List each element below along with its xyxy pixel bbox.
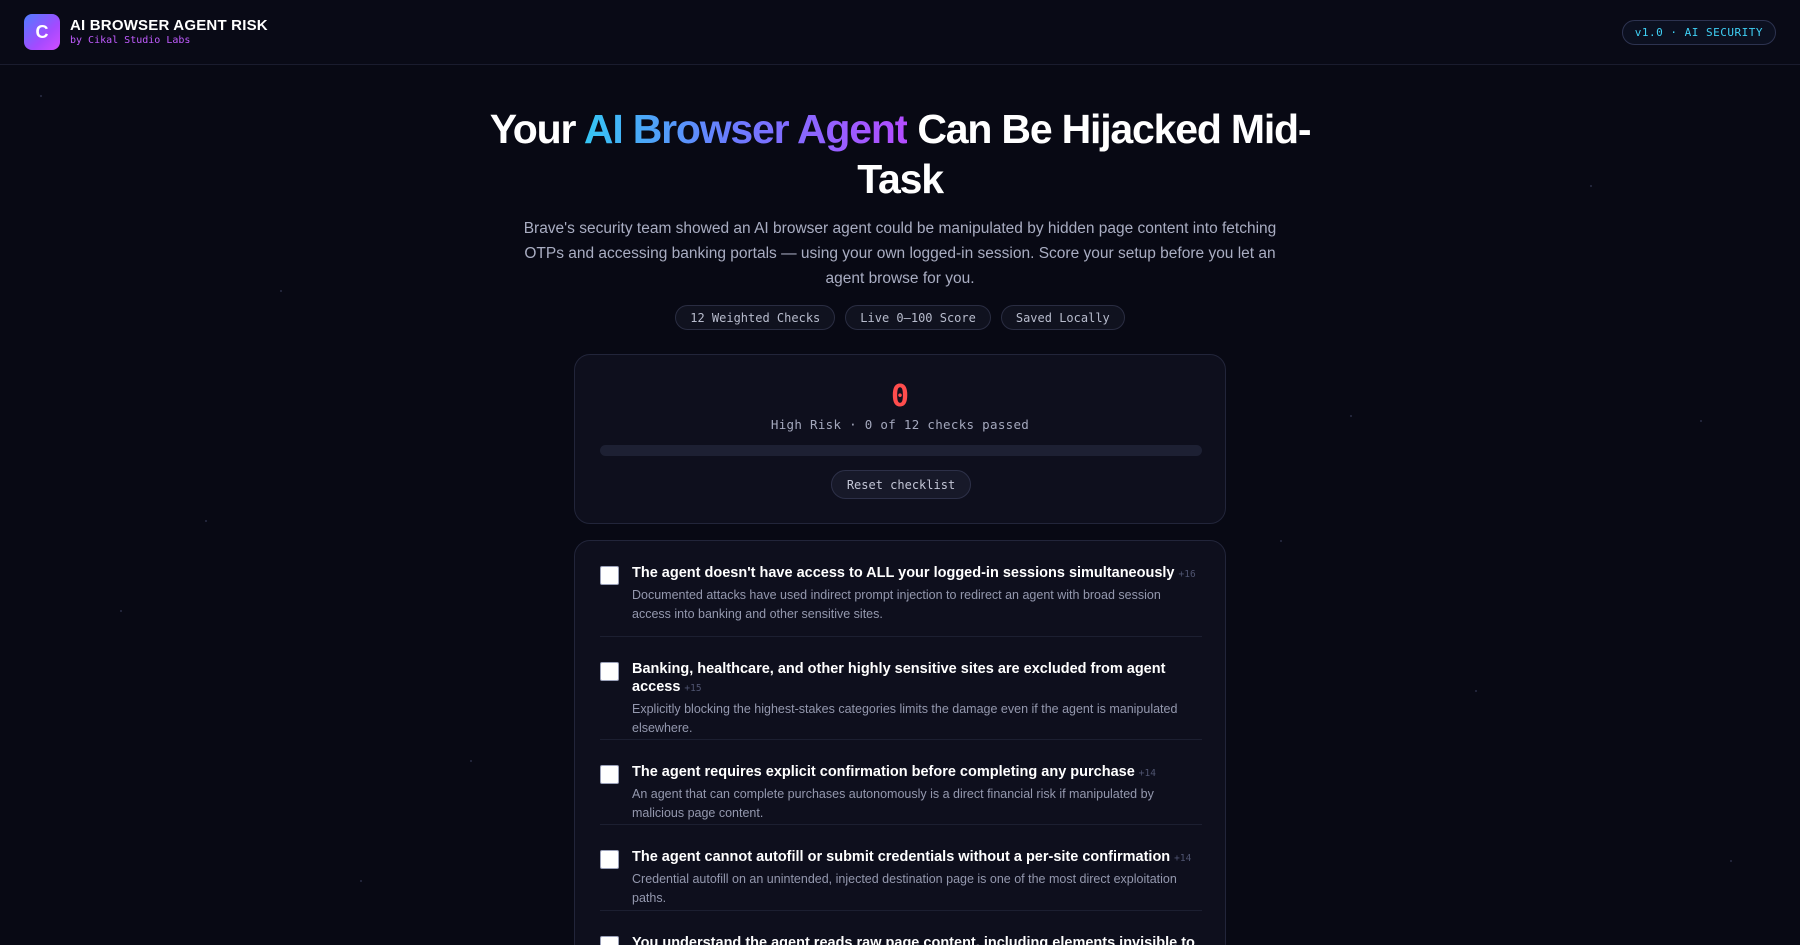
checklist-item-text: Banking, healthcare, and other highly se… (632, 660, 1197, 738)
app-subtitle: by Cikal Studio Labs (70, 35, 191, 46)
checklist-item-description: An agent that can complete purchases aut… (632, 787, 1154, 820)
hero-title: Your AI Browser Agent Can Be Hijacked Mi… (450, 104, 1350, 204)
checklist-item-title-text: Banking, healthcare, and other highly se… (632, 661, 1166, 695)
hero-title-end: Can Be Hijacked Mid-Task (857, 106, 1311, 202)
score-card: 0 High Risk · 0 of 12 checks passed Rese… (574, 354, 1226, 524)
checklist-item[interactable]: You understand the agent reads raw page … (600, 911, 1202, 945)
risk-checklist: The agent doesn't have access to ALL you… (574, 540, 1226, 945)
chip-weighted-checks: 12 Weighted Checks (675, 305, 836, 330)
checklist-item-title-text: You understand the agent reads raw page … (632, 935, 1195, 945)
hero-description: Brave's security team showed an AI brows… (523, 220, 1277, 287)
app-title: AI BROWSER AGENT RISK (70, 17, 268, 34)
chip-live-score: Live 0–100 Score (845, 305, 991, 330)
checklist-item-title: Banking, healthcare, and other highly se… (632, 660, 1197, 698)
checklist-item-title: The agent requires explicit confirmation… (632, 763, 1197, 783)
checklist-item-weight: +14 (1138, 768, 1156, 779)
checklist-item-title: The agent cannot autofill or submit cred… (632, 848, 1197, 868)
checklist-item-text: The agent doesn't have access to ALL you… (632, 564, 1197, 624)
checklist-item-description: Explicitly blocking the highest-stakes c… (632, 702, 1178, 735)
checkbox[interactable] (600, 936, 619, 945)
checkbox[interactable] (600, 566, 619, 585)
checklist-item-title-text: The agent cannot autofill or submit cred… (632, 849, 1171, 865)
checkbox[interactable] (600, 850, 619, 869)
version-badge: v1.0 · AI SECURITY (1621, 20, 1776, 45)
checklist-item-text: You understand the agent reads raw page … (632, 934, 1197, 945)
checklist-item-text: The agent cannot autofill or submit cred… (632, 848, 1197, 908)
feature-chips: 12 Weighted Checks Live 0–100 Score Save… (0, 305, 1800, 330)
score-status: High Risk · 0 of 12 checks passed (770, 417, 1030, 432)
checklist-item-description: Credential autofill on an unintended, in… (632, 872, 1177, 905)
checklist-item-weight: +14 (1174, 853, 1192, 864)
checklist-item[interactable]: The agent requires explicit confirmation… (600, 740, 1202, 825)
hero-title-start: Your (489, 106, 584, 152)
checklist-item[interactable]: Banking, healthcare, and other highly se… (600, 637, 1202, 740)
checklist-item-title-text: The agent doesn't have access to ALL you… (632, 565, 1175, 581)
checklist-item-description: Documented attacks have used indirect pr… (632, 588, 1161, 621)
checkbox[interactable] (600, 765, 619, 784)
checklist-item[interactable]: The agent cannot autofill or submit cred… (600, 825, 1202, 911)
checklist-item-text: The agent requires explicit confirmation… (632, 763, 1197, 823)
checklist-item-title: You understand the agent reads raw page … (632, 934, 1197, 945)
score-progress-bar (600, 445, 1202, 456)
checklist-item-title-text: The agent requires explicit confirmation… (632, 764, 1135, 780)
checkbox[interactable] (600, 662, 619, 681)
checklist-item-weight: +15 (684, 683, 702, 694)
checklist-item[interactable]: The agent doesn't have access to ALL you… (600, 541, 1202, 637)
chip-saved-locally: Saved Locally (1000, 305, 1125, 330)
hero-title-highlight: AI Browser Agent (583, 106, 908, 152)
score-value: 0 (890, 379, 910, 414)
app-logo[interactable]: C (24, 14, 60, 50)
checklist-item-weight: +16 (1178, 569, 1196, 580)
top-bar: C AI BROWSER AGENT RISK by Cikal Studio … (0, 0, 1800, 65)
reset-checklist-button[interactable]: Reset checklist (831, 470, 971, 499)
checklist-item-title: The agent doesn't have access to ALL you… (632, 564, 1197, 584)
